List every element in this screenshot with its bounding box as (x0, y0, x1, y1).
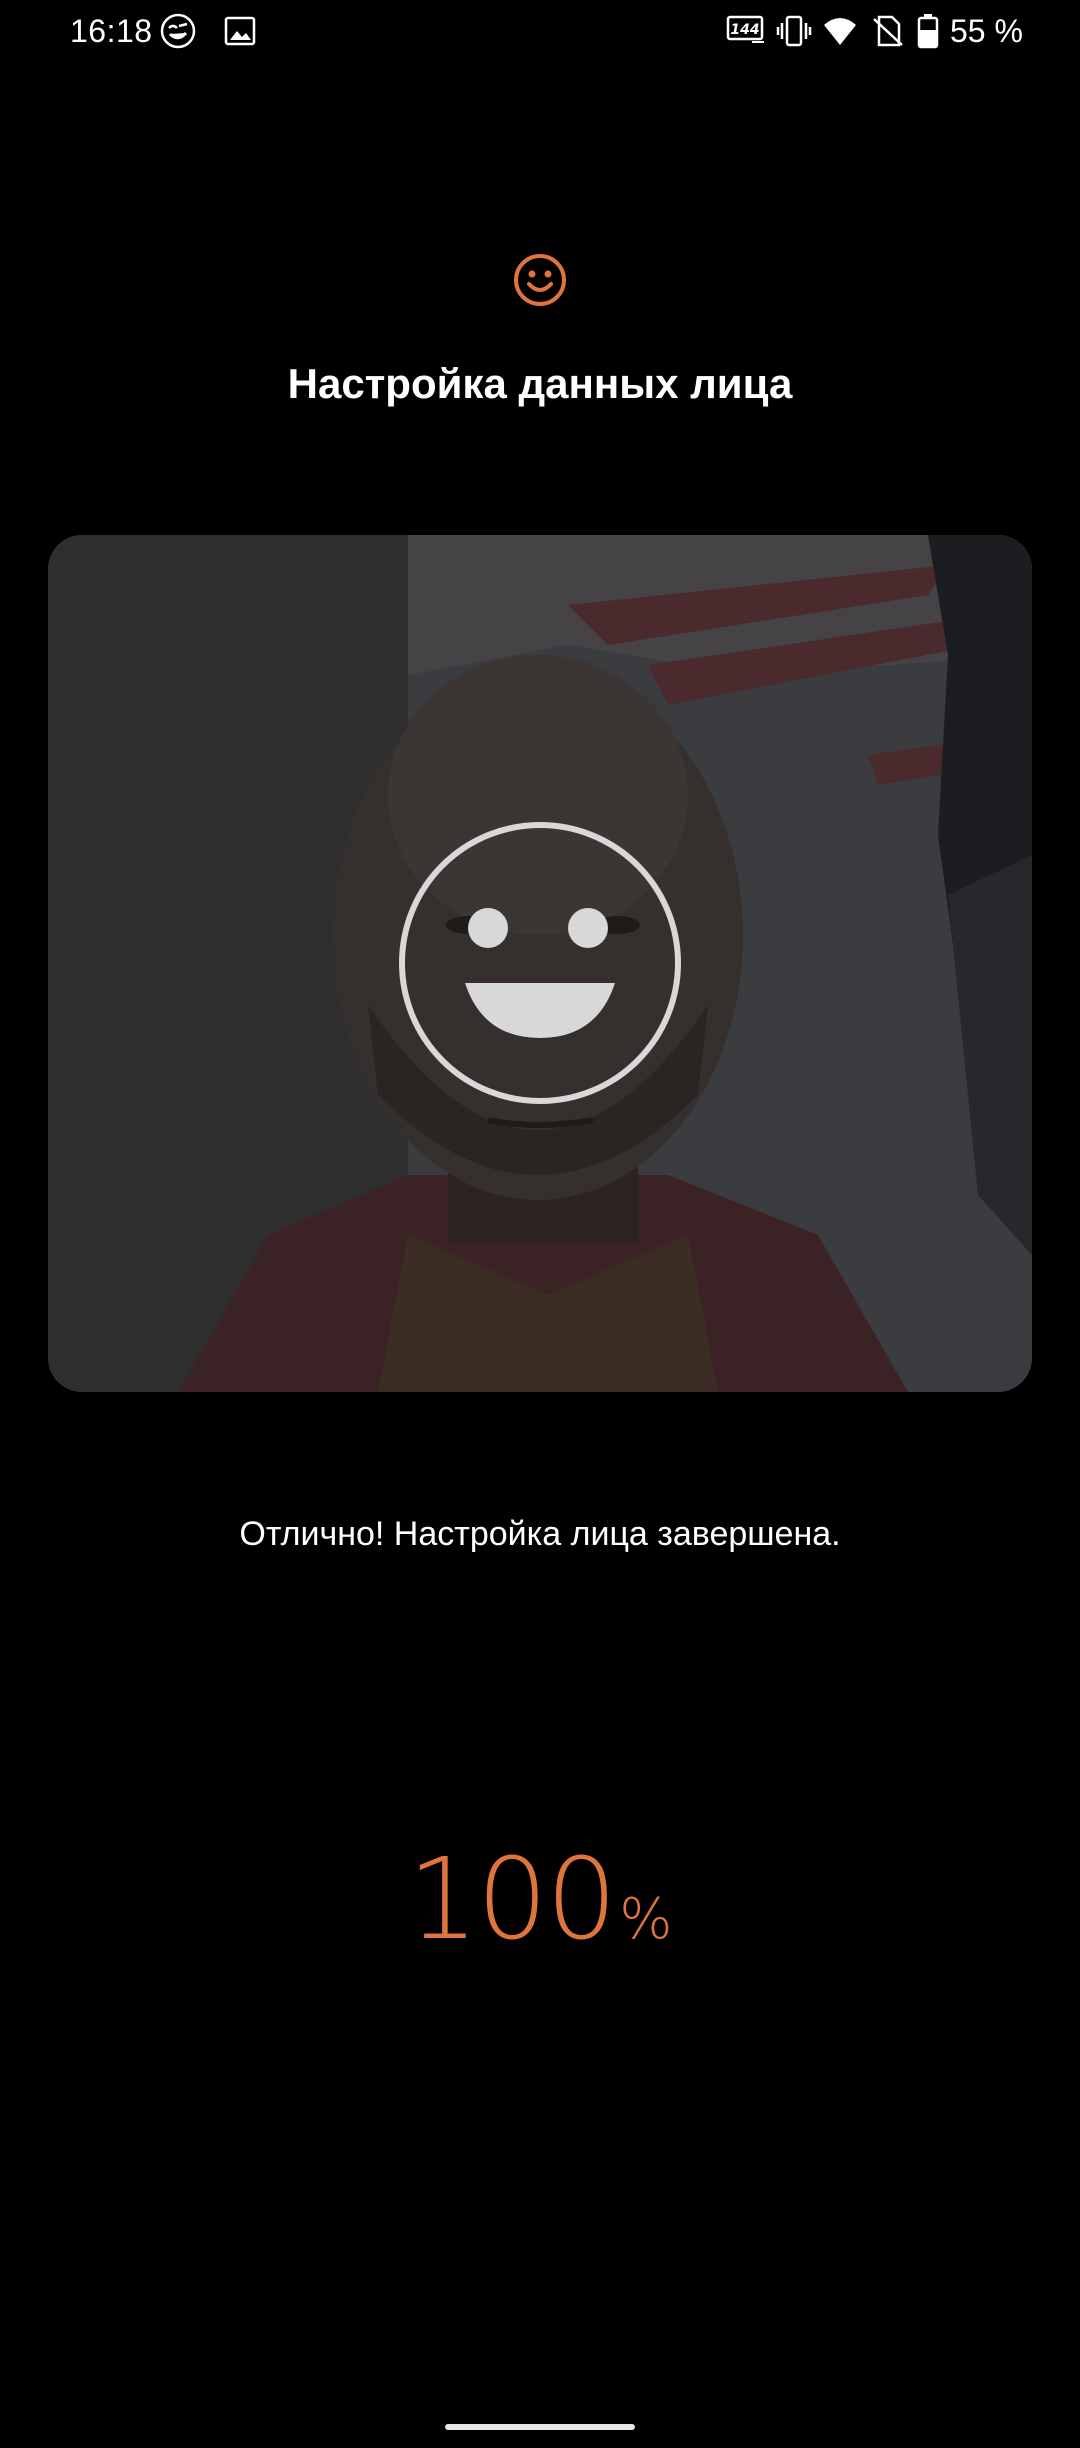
image-notification-icon (224, 16, 256, 46)
battery-percentage: 55 % (950, 13, 1023, 49)
progress-unit: % (619, 1887, 673, 1952)
gesture-navigation-bar[interactable] (445, 2424, 635, 2430)
refresh-rate-144hz-icon: 144 (726, 15, 764, 43)
enrollment-status-message: Отлично! Настройка лица завершена. (239, 1515, 841, 1553)
page-title: Настройка данных лица (287, 360, 793, 407)
status-bar: 16:18 144 55 % (0, 0, 1080, 64)
status-time: 16:18 (70, 13, 153, 49)
no-sim-icon (873, 15, 903, 47)
smiley-face-icon (514, 254, 566, 306)
progress-value: 100 (407, 1835, 618, 1965)
wifi-icon (824, 18, 856, 45)
game-genie-icon (160, 13, 196, 49)
vibrate-icon (776, 15, 812, 47)
battery-icon (917, 14, 939, 49)
face-guide-smiley-icon (399, 822, 681, 1104)
enrollment-progress: 100% (0, 1835, 1080, 1965)
svg-text:144: 144 (730, 22, 759, 38)
